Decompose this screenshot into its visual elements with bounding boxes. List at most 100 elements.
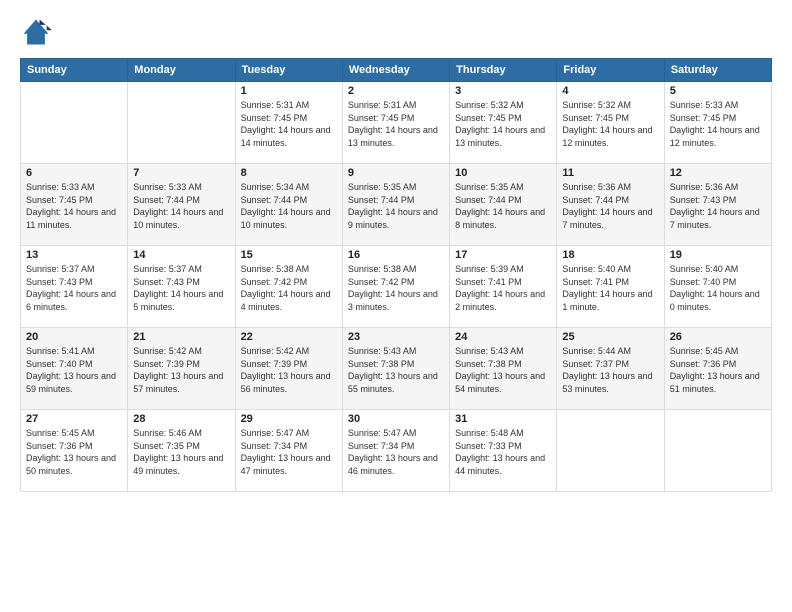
calendar-cell: 31 Sunrise: 5:48 AM Sunset: 7:33 PM Dayli…	[450, 410, 557, 492]
day-info: Sunrise: 5:48 AM Sunset: 7:33 PM Dayligh…	[455, 427, 551, 477]
weekday-header-wednesday: Wednesday	[342, 59, 449, 82]
day-number: 11	[562, 167, 658, 179]
day-number: 16	[348, 249, 444, 261]
calendar-cell: 12Sunrise: 5:36 AM Sunset: 7:43 PM Dayli…	[664, 164, 771, 246]
week-row-5: 27 Sunrise: 5:45 AM Sunset: 7:36 PM Dayli…	[21, 410, 772, 492]
calendar-cell: 28Sunrise: 5:46 AM Sunset: 7:35 PM Dayli…	[128, 410, 235, 492]
day-number: 31	[455, 413, 551, 425]
calendar-cell: 9 Sunrise: 5:35 AM Sunset: 7:44 PM Daylig…	[342, 164, 449, 246]
calendar-cell: 14 Sunrise: 5:37 AM Sunset: 7:43 PM Dayli…	[128, 246, 235, 328]
day-info: Sunrise: 5:36 AM Sunset: 7:44 PM Dayligh…	[562, 181, 658, 231]
header	[20, 16, 772, 48]
calendar-cell: 7 Sunrise: 5:33 AM Sunset: 7:44 PM Daylig…	[128, 164, 235, 246]
day-number: 6	[26, 167, 122, 179]
day-number: 8	[241, 167, 337, 179]
calendar-cell: 5 Sunrise: 5:33 AM Sunset: 7:45 PM Daylig…	[664, 82, 771, 164]
weekday-header-sunday: Sunday	[21, 59, 128, 82]
day-info: Sunrise: 5:35 AM Sunset: 7:44 PM Dayligh…	[455, 181, 551, 231]
day-info: Sunrise: 5:38 AM Sunset: 7:42 PM Dayligh…	[241, 263, 337, 313]
calendar-cell: 3 Sunrise: 5:32 AM Sunset: 7:45 PM Daylig…	[450, 82, 557, 164]
week-row-4: 20Sunrise: 5:41 AM Sunset: 7:40 PM Dayli…	[21, 328, 772, 410]
day-info: Sunrise: 5:40 AM Sunset: 7:40 PM Dayligh…	[670, 263, 766, 313]
day-number: 18	[562, 249, 658, 261]
calendar-cell: 6 Sunrise: 5:33 AM Sunset: 7:45 PM Daylig…	[21, 164, 128, 246]
day-info: Sunrise: 5:36 AM Sunset: 7:43 PM Dayligh…	[670, 181, 766, 231]
calendar-cell	[128, 82, 235, 164]
day-info: Sunrise: 5:37 AM Sunset: 7:43 PM Dayligh…	[133, 263, 229, 313]
calendar-cell: 25Sunrise: 5:44 AM Sunset: 7:37 PM Dayli…	[557, 328, 664, 410]
day-number: 5	[670, 85, 766, 97]
weekday-header-row: SundayMondayTuesdayWednesdayThursdayFrid…	[21, 59, 772, 82]
day-number: 27	[26, 413, 122, 425]
calendar-cell: 20Sunrise: 5:41 AM Sunset: 7:40 PM Dayli…	[21, 328, 128, 410]
day-number: 9	[348, 167, 444, 179]
calendar-cell: 21 Sunrise: 5:42 AM Sunset: 7:39 PM Dayli…	[128, 328, 235, 410]
day-number: 4	[562, 85, 658, 97]
weekday-header-friday: Friday	[557, 59, 664, 82]
day-number: 26	[670, 331, 766, 343]
calendar-cell: 24Sunrise: 5:43 AM Sunset: 7:38 PM Dayli…	[450, 328, 557, 410]
weekday-header-thursday: Thursday	[450, 59, 557, 82]
day-number: 7	[133, 167, 229, 179]
day-info: Sunrise: 5:31 AM Sunset: 7:45 PM Dayligh…	[348, 99, 444, 149]
day-info: Sunrise: 5:31 AM Sunset: 7:45 PM Dayligh…	[241, 99, 337, 149]
day-info: Sunrise: 5:43 AM Sunset: 7:38 PM Dayligh…	[455, 345, 551, 395]
calendar-cell: 22Sunrise: 5:42 AM Sunset: 7:39 PM Dayli…	[235, 328, 342, 410]
day-info: Sunrise: 5:42 AM Sunset: 7:39 PM Dayligh…	[133, 345, 229, 395]
calendar-cell: 16 Sunrise: 5:38 AM Sunset: 7:42 PM Dayli…	[342, 246, 449, 328]
week-row-1: 1 Sunrise: 5:31 AM Sunset: 7:45 PM Daylig…	[21, 82, 772, 164]
day-number: 29	[241, 413, 337, 425]
page: SundayMondayTuesdayWednesdayThursdayFrid…	[0, 0, 792, 612]
day-number: 25	[562, 331, 658, 343]
calendar-cell: 15 Sunrise: 5:38 AM Sunset: 7:42 PM Dayli…	[235, 246, 342, 328]
weekday-header-monday: Monday	[128, 59, 235, 82]
day-info: Sunrise: 5:32 AM Sunset: 7:45 PM Dayligh…	[455, 99, 551, 149]
calendar-table: SundayMondayTuesdayWednesdayThursdayFrid…	[20, 58, 772, 492]
day-info: Sunrise: 5:39 AM Sunset: 7:41 PM Dayligh…	[455, 263, 551, 313]
calendar-cell: 11 Sunrise: 5:36 AM Sunset: 7:44 PM Dayli…	[557, 164, 664, 246]
weekday-header-tuesday: Tuesday	[235, 59, 342, 82]
day-info: Sunrise: 5:45 AM Sunset: 7:36 PM Dayligh…	[670, 345, 766, 395]
day-info: Sunrise: 5:45 AM Sunset: 7:36 PM Dayligh…	[26, 427, 122, 477]
day-number: 21	[133, 331, 229, 343]
calendar-cell: 27 Sunrise: 5:45 AM Sunset: 7:36 PM Dayli…	[21, 410, 128, 492]
day-number: 14	[133, 249, 229, 261]
calendar-cell: 4 Sunrise: 5:32 AM Sunset: 7:45 PM Daylig…	[557, 82, 664, 164]
calendar-cell: 29 Sunrise: 5:47 AM Sunset: 7:34 PM Dayli…	[235, 410, 342, 492]
day-info: Sunrise: 5:33 AM Sunset: 7:44 PM Dayligh…	[133, 181, 229, 231]
calendar-cell: 8 Sunrise: 5:34 AM Sunset: 7:44 PM Daylig…	[235, 164, 342, 246]
day-info: Sunrise: 5:33 AM Sunset: 7:45 PM Dayligh…	[670, 99, 766, 149]
week-row-3: 13 Sunrise: 5:37 AM Sunset: 7:43 PM Dayli…	[21, 246, 772, 328]
logo-icon	[20, 16, 52, 48]
day-number: 1	[241, 85, 337, 97]
day-info: Sunrise: 5:32 AM Sunset: 7:45 PM Dayligh…	[562, 99, 658, 149]
day-number: 30	[348, 413, 444, 425]
logo	[20, 16, 56, 48]
calendar-cell: 1 Sunrise: 5:31 AM Sunset: 7:45 PM Daylig…	[235, 82, 342, 164]
day-number: 10	[455, 167, 551, 179]
day-info: Sunrise: 5:43 AM Sunset: 7:38 PM Dayligh…	[348, 345, 444, 395]
day-number: 17	[455, 249, 551, 261]
calendar-cell	[557, 410, 664, 492]
day-number: 15	[241, 249, 337, 261]
day-number: 2	[348, 85, 444, 97]
day-info: Sunrise: 5:34 AM Sunset: 7:44 PM Dayligh…	[241, 181, 337, 231]
day-number: 3	[455, 85, 551, 97]
day-number: 13	[26, 249, 122, 261]
calendar-cell: 10 Sunrise: 5:35 AM Sunset: 7:44 PM Dayli…	[450, 164, 557, 246]
calendar-cell: 19Sunrise: 5:40 AM Sunset: 7:40 PM Dayli…	[664, 246, 771, 328]
calendar-cell: 30 Sunrise: 5:47 AM Sunset: 7:34 PM Dayli…	[342, 410, 449, 492]
calendar-cell: 17 Sunrise: 5:39 AM Sunset: 7:41 PM Dayli…	[450, 246, 557, 328]
day-info: Sunrise: 5:38 AM Sunset: 7:42 PM Dayligh…	[348, 263, 444, 313]
calendar-cell: 18Sunrise: 5:40 AM Sunset: 7:41 PM Dayli…	[557, 246, 664, 328]
day-info: Sunrise: 5:47 AM Sunset: 7:34 PM Dayligh…	[348, 427, 444, 477]
day-info: Sunrise: 5:42 AM Sunset: 7:39 PM Dayligh…	[241, 345, 337, 395]
day-info: Sunrise: 5:35 AM Sunset: 7:44 PM Dayligh…	[348, 181, 444, 231]
calendar-cell	[664, 410, 771, 492]
weekday-header-saturday: Saturday	[664, 59, 771, 82]
day-number: 23	[348, 331, 444, 343]
day-info: Sunrise: 5:41 AM Sunset: 7:40 PM Dayligh…	[26, 345, 122, 395]
calendar-cell: 2 Sunrise: 5:31 AM Sunset: 7:45 PM Daylig…	[342, 82, 449, 164]
day-info: Sunrise: 5:47 AM Sunset: 7:34 PM Dayligh…	[241, 427, 337, 477]
day-info: Sunrise: 5:33 AM Sunset: 7:45 PM Dayligh…	[26, 181, 122, 231]
